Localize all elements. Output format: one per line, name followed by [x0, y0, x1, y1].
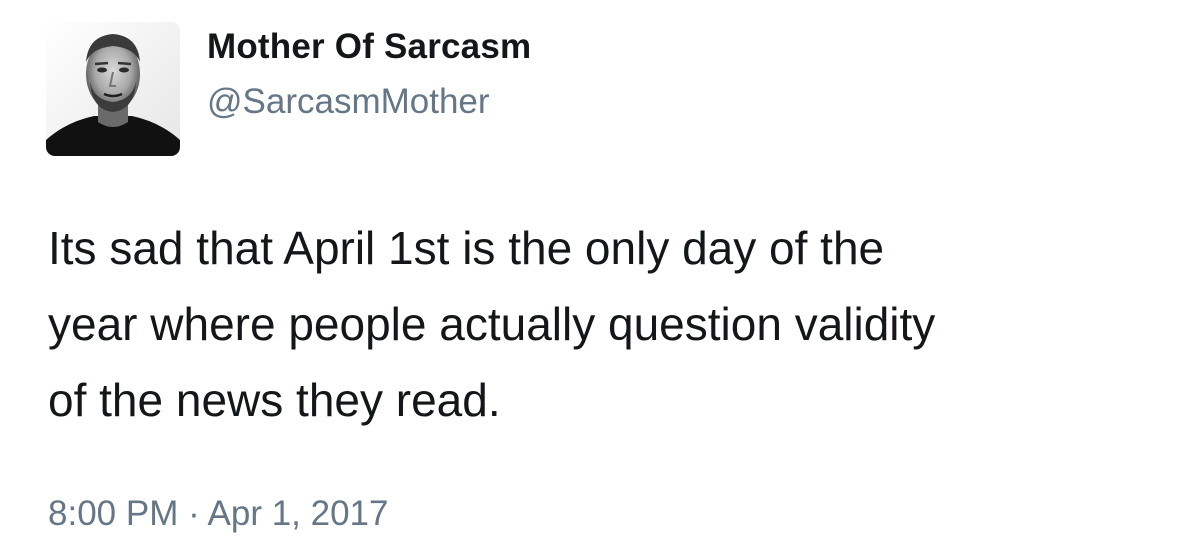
tweet-timestamp[interactable]: 8:00 PM · Apr 1, 2017: [48, 494, 388, 534]
display-name[interactable]: Mother Of Sarcasm: [207, 27, 531, 67]
user-handle[interactable]: @SarcasmMother: [207, 82, 490, 122]
tweet-text: Its sad that April 1st is the only day o…: [48, 210, 1168, 438]
tweet-card: Mother Of Sarcasm @SarcasmMother Its sad…: [0, 0, 1200, 556]
profile-photo-icon: [46, 22, 180, 156]
tweet-text-line: of the news they read.: [48, 374, 501, 426]
tweet-text-line: Its sad that April 1st is the only day o…: [48, 222, 885, 274]
avatar[interactable]: [46, 22, 180, 156]
tweet-text-line: year where people actually question vali…: [48, 298, 936, 350]
